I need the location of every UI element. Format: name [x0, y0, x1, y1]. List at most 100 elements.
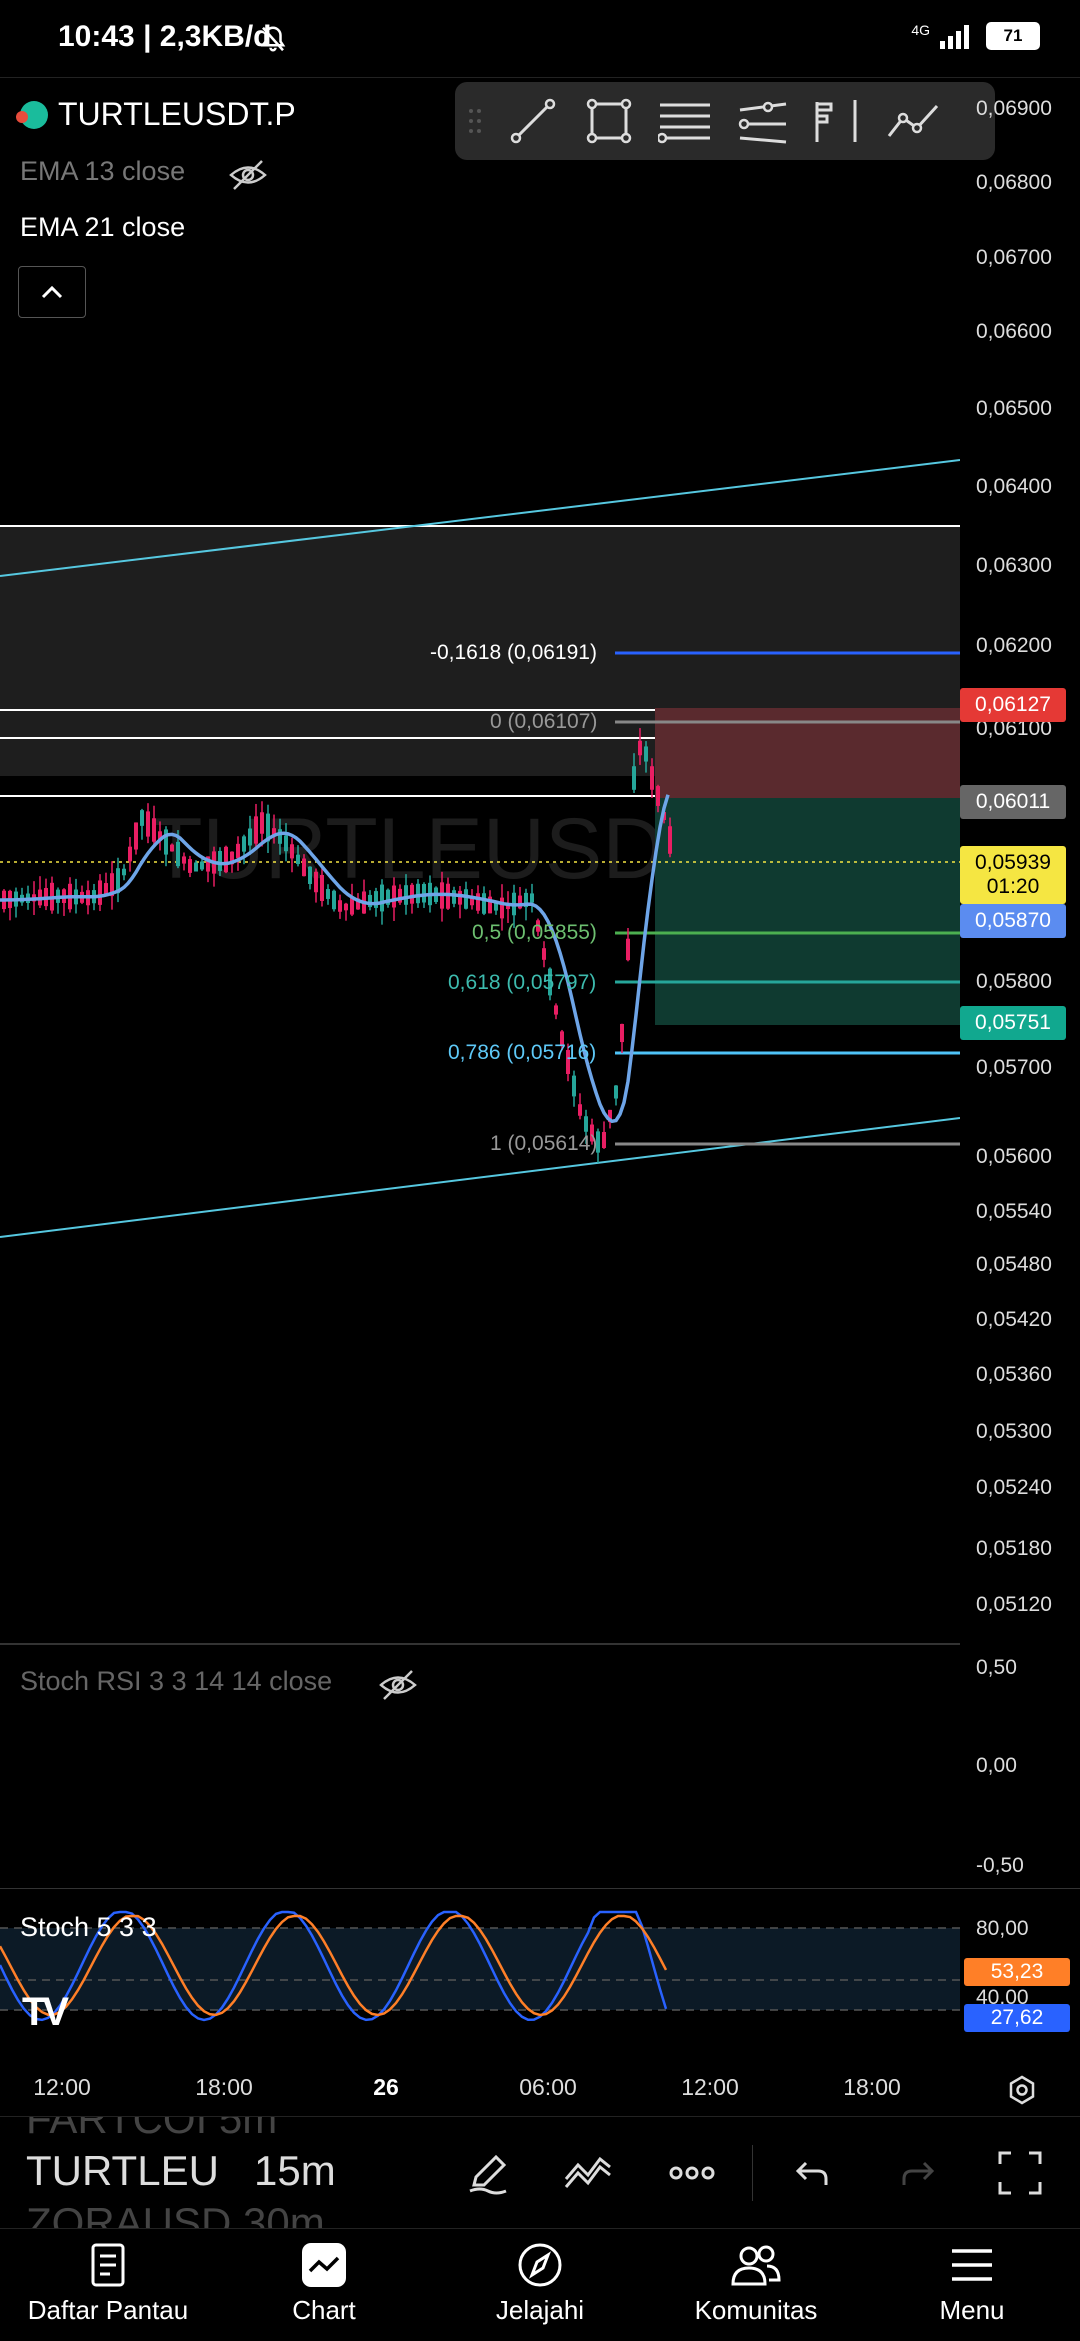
candle-body — [260, 812, 264, 834]
channel-lower-line[interactable] — [0, 1117, 960, 1238]
candle-body — [620, 1023, 624, 1043]
short-target-zone[interactable] — [655, 798, 960, 1025]
drag-handle-icon[interactable] — [465, 93, 485, 149]
path-tool-icon[interactable] — [885, 93, 941, 149]
eye-hidden-icon[interactable] — [228, 158, 268, 192]
candle-body — [500, 897, 504, 919]
price-axis[interactable]: 0,06900 0,06800 0,06700 0,06600 0,06500 … — [960, 78, 1080, 1648]
rectangle-tool-icon[interactable] — [581, 93, 637, 149]
time-tick: 12:00 — [33, 2074, 91, 2100]
nav-watchlist[interactable]: Daftar Pantau — [0, 2239, 216, 2339]
price-tick: 0,05300 — [976, 1420, 1052, 1443]
fib-label: -0,1618 (0,06191) — [430, 641, 597, 664]
price-chart[interactable]: TURTLEUSDT.P — [0, 78, 960, 1648]
indicators-button[interactable] — [560, 2145, 616, 2201]
bottom-toolbar: FARTCOI 5m TURTLEU 15m ZORAUSD 30m — [0, 2116, 1080, 2229]
undo-button[interactable] — [784, 2145, 840, 2201]
candle-body — [584, 1116, 588, 1132]
time-tick: 18:00 — [843, 2074, 901, 2100]
bell-muted-icon — [260, 26, 286, 52]
stop-price-tag: 0,06127 — [960, 688, 1066, 722]
fib-retracement-tool-icon[interactable] — [657, 93, 713, 149]
candle-body — [290, 844, 294, 859]
price-tick: 0,06600 — [976, 320, 1052, 343]
candle-body — [476, 893, 480, 911]
picker-prev-item: FARTCOI 5m — [26, 2117, 278, 2142]
current-price: 0,05939 — [975, 851, 1051, 874]
stoch-rsi-legend[interactable]: Stoch RSI 3 3 14 14 close — [20, 1666, 332, 1697]
drawing-tools-button[interactable] — [460, 2145, 516, 2201]
candle-body — [320, 875, 324, 901]
long-position-tool-icon[interactable] — [809, 93, 865, 149]
candle-body — [632, 766, 636, 790]
candle-body — [344, 903, 348, 911]
picker-symbol: TURTLEU — [26, 2147, 219, 2194]
candle-body — [332, 890, 336, 910]
pitchfork-tool-icon[interactable] — [733, 93, 789, 149]
candle-body — [314, 871, 318, 893]
redo-button[interactable] — [890, 2145, 946, 2201]
candle-body — [338, 900, 342, 912]
rsi-tick: 0,50 — [976, 1656, 1017, 1679]
candle-body — [302, 858, 306, 877]
status-icons: 4G 71 — [911, 22, 1040, 50]
candle-body — [530, 893, 534, 903]
candle-body — [326, 889, 330, 899]
candle-body — [152, 818, 156, 842]
fullscreen-icon — [998, 2151, 1042, 2195]
candle-body — [656, 786, 660, 806]
nav-explore[interactable]: Jelajahi — [432, 2239, 648, 2339]
collapse-legend-button[interactable] — [18, 266, 86, 318]
chevron-up-icon — [41, 285, 63, 299]
chart-icon — [296, 2239, 352, 2291]
symbol-interval-picker[interactable]: FARTCOI 5m TURTLEU 15m ZORAUSD 30m — [26, 2117, 346, 2229]
bar-countdown: 01:20 — [986, 875, 1040, 898]
toolbar-divider — [752, 2145, 753, 2201]
candle-body — [458, 890, 462, 905]
more-button[interactable] — [664, 2145, 720, 2201]
nav-menu[interactable]: Menu — [864, 2239, 1080, 2339]
candle-body — [104, 883, 108, 895]
candle-body — [128, 846, 132, 862]
candle-body — [644, 746, 648, 762]
ema21-legend[interactable]: EMA 21 close — [20, 212, 185, 243]
fullscreen-button[interactable] — [992, 2145, 1048, 2201]
candle-body — [188, 859, 192, 873]
candle-body — [296, 854, 300, 865]
time-axis[interactable]: 12:00 18:00 26 06:00 12:00 18:00 — [0, 2066, 1080, 2114]
nav-chart[interactable]: Chart — [216, 2239, 432, 2339]
stoch-legend[interactable]: Stoch 5 3 3 — [20, 1912, 157, 1943]
bottom-nav: Daftar Pantau Chart Jelajahi Komunitas M… — [0, 2228, 1080, 2341]
rsi-tick: 0,00 — [976, 1754, 1017, 1777]
current-price-tag: 0,05939 01:20 — [960, 846, 1066, 904]
candle-body — [638, 740, 642, 756]
price-tick: 0,06900 — [976, 97, 1052, 120]
candle-body — [200, 861, 204, 870]
nav-label: Komunitas — [694, 2295, 818, 2325]
trend-line-tool-icon[interactable] — [505, 93, 561, 149]
candlestick-series[interactable] — [2, 728, 672, 1163]
symbol-legend[interactable]: TURTLEUSDT.P — [16, 96, 296, 133]
fib-label: 0,5 (0,05855) — [472, 921, 597, 944]
candle-body — [482, 893, 486, 914]
candle-body — [452, 890, 456, 904]
community-icon — [728, 2239, 784, 2291]
nav-community[interactable]: Komunitas — [648, 2239, 864, 2339]
pencil-icon — [469, 2154, 507, 2195]
stoch-k-tag: 27,62 — [964, 2004, 1070, 2032]
chart-settings-icon[interactable] — [1006, 2074, 1038, 2106]
price-tick: 0,05360 — [976, 1363, 1052, 1386]
fib-label: 0,618 (0,05797) — [448, 971, 597, 994]
status-time: 10:43 | 2,3KB/d — [58, 20, 272, 53]
ema13-legend[interactable]: EMA 13 close — [20, 156, 185, 187]
candle-body — [284, 835, 288, 852]
watchlist-icon — [80, 2239, 136, 2291]
candle-body — [308, 866, 312, 884]
eye-hidden-icon[interactable] — [378, 1668, 418, 1702]
nav-label: Chart — [292, 2295, 356, 2325]
symbol-name: TURTLEUSDT.P — [58, 96, 296, 132]
candle-body — [668, 826, 672, 854]
price-tick: 0,06300 — [976, 554, 1052, 577]
candle-body — [626, 938, 630, 961]
price-tick: 0,05600 — [976, 1145, 1052, 1168]
